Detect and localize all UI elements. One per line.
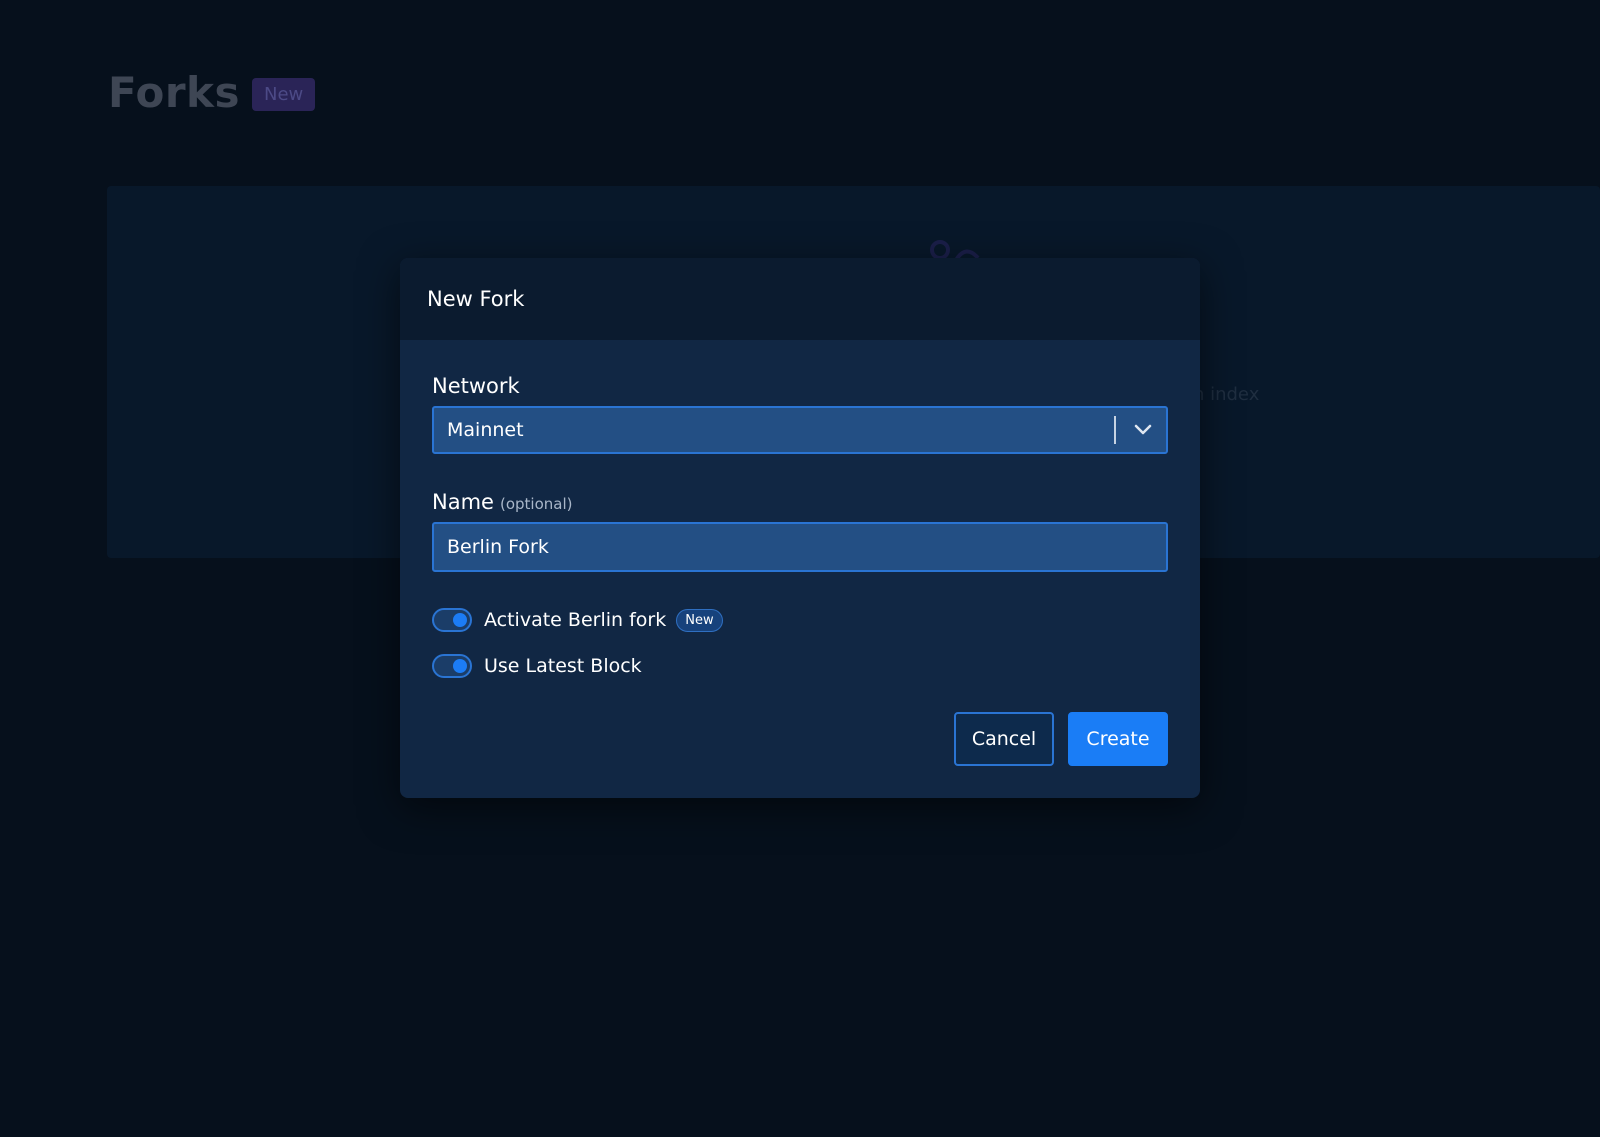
modal-title: New Fork — [427, 287, 525, 311]
modal-header: New Fork — [400, 258, 1200, 340]
name-input[interactable] — [432, 522, 1168, 572]
network-label-text: Network — [432, 374, 520, 398]
toggle-knob — [453, 613, 467, 627]
latest-block-toggle[interactable] — [432, 654, 472, 678]
name-field: Name (optional) — [432, 490, 1168, 572]
page: Forks New ction index New Fork Network M… — [0, 0, 1600, 1137]
modal-footer: Cancel Create — [954, 712, 1168, 766]
berlin-new-badge: New — [676, 608, 723, 632]
network-label: Network — [432, 374, 1168, 398]
network-field: Network Mainnet — [432, 374, 1168, 454]
chevron-down-icon[interactable] — [1128, 415, 1158, 445]
network-select-value: Mainnet — [447, 419, 524, 441]
create-button[interactable]: Create — [1068, 712, 1168, 766]
name-optional-hint: (optional) — [499, 495, 573, 513]
new-fork-modal: New Fork Network Mainnet Name (optional)… — [400, 258, 1200, 798]
berlin-fork-toggle[interactable] — [432, 608, 472, 632]
latest-block-label: Use Latest Block — [484, 655, 642, 677]
latest-block-toggle-row: Use Latest Block — [432, 654, 1168, 678]
cancel-button[interactable]: Cancel — [954, 712, 1054, 766]
toggle-knob — [453, 659, 467, 673]
berlin-fork-toggle-row: Activate Berlin fork New — [432, 608, 1168, 632]
select-divider — [1114, 416, 1116, 444]
modal-body: Network Mainnet Name (optional) Berlin F… — [400, 340, 1200, 678]
network-select[interactable]: Mainnet — [432, 406, 1168, 454]
name-label: Name (optional) — [432, 490, 1168, 514]
berlin-fork-label: Activate Berlin fork — [484, 609, 667, 631]
name-label-text: Name — [432, 490, 494, 514]
